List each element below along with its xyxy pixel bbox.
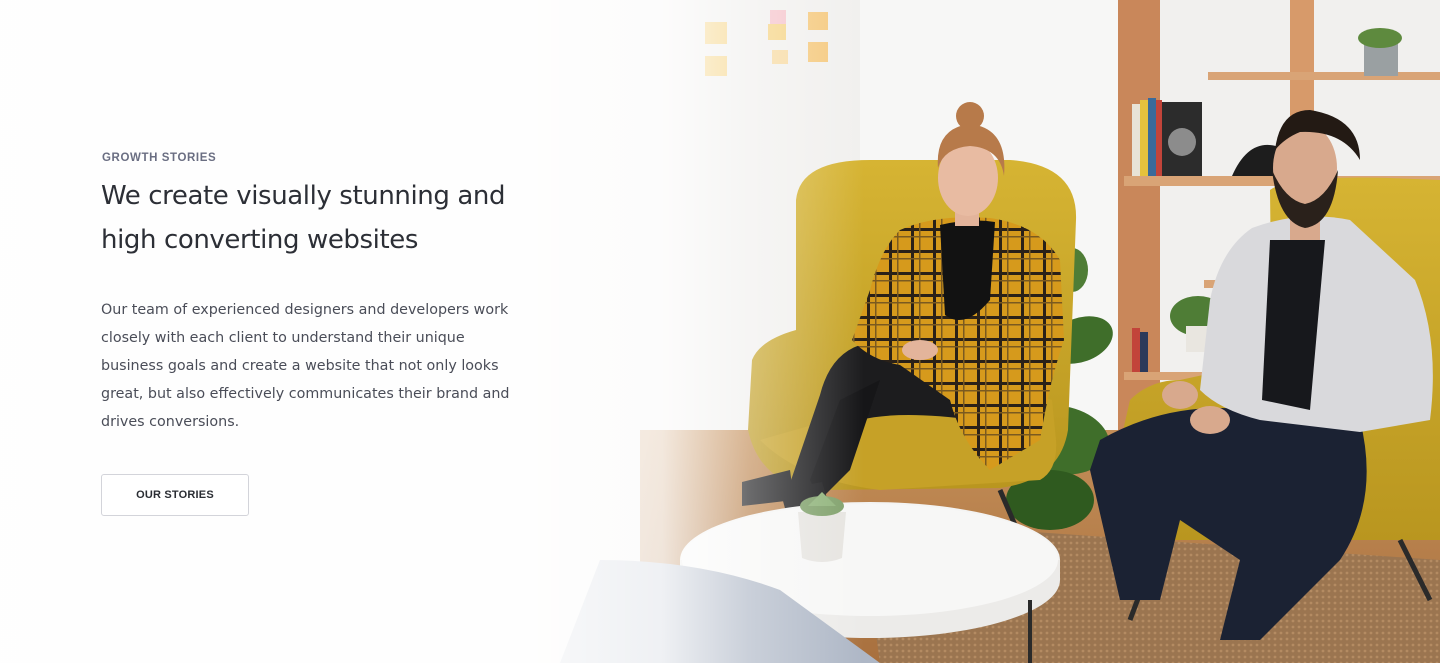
our-stories-button[interactable]: OUR STORIES (101, 474, 249, 516)
hero-description: Our team of experienced designers and de… (101, 302, 510, 430)
hero-section: GROWTH STORIES We create visually stunni… (0, 0, 1440, 663)
hero-headline: We create visually stunning and high con… (101, 181, 506, 255)
section-eyebrow: GROWTH STORIES (102, 152, 217, 164)
hero-copy: GROWTH STORIES We create visually stunni… (101, 152, 541, 436)
